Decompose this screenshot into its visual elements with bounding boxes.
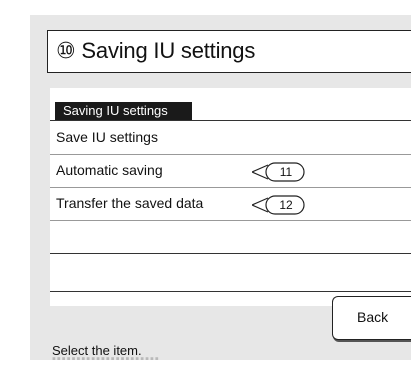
page-title: ⑩ Saving IU settings [56, 38, 256, 63]
menu-item-transfer-saved-data[interactable]: Transfer the saved data 12 [50, 187, 411, 220]
menu-item-label: Save IU settings [56, 129, 158, 145]
back-button[interactable]: Back [332, 296, 411, 340]
callout-number: 12 [279, 198, 293, 212]
menu-item-automatic-saving[interactable]: Automatic saving 11 [50, 154, 411, 187]
settings-content: Saving IU settings Save IU settings Auto… [50, 88, 411, 306]
callout-marker: 12 [252, 195, 307, 215]
row-divider [50, 291, 411, 292]
menu-item-empty [50, 253, 411, 286]
menu-item-save-iu-settings[interactable]: Save IU settings [50, 121, 411, 154]
menu-item-label: Transfer the saved data [56, 195, 204, 211]
menu-item-empty [50, 220, 411, 253]
section-tab: Saving IU settings [55, 102, 192, 120]
status-ghost-line: ▪▪▪▪▪▪▪▪▪▪▪▪▪▪▪▪▪▪▪▪▪▪ [52, 354, 160, 360]
callout-marker: 11 [252, 162, 307, 182]
menu-item-label: Automatic saving [56, 162, 163, 178]
callout-number: 11 [279, 165, 293, 179]
title-bar: ⑩ Saving IU settings [47, 30, 411, 73]
settings-screen: ⑩ Saving IU settings Saving IU settings … [30, 15, 411, 360]
